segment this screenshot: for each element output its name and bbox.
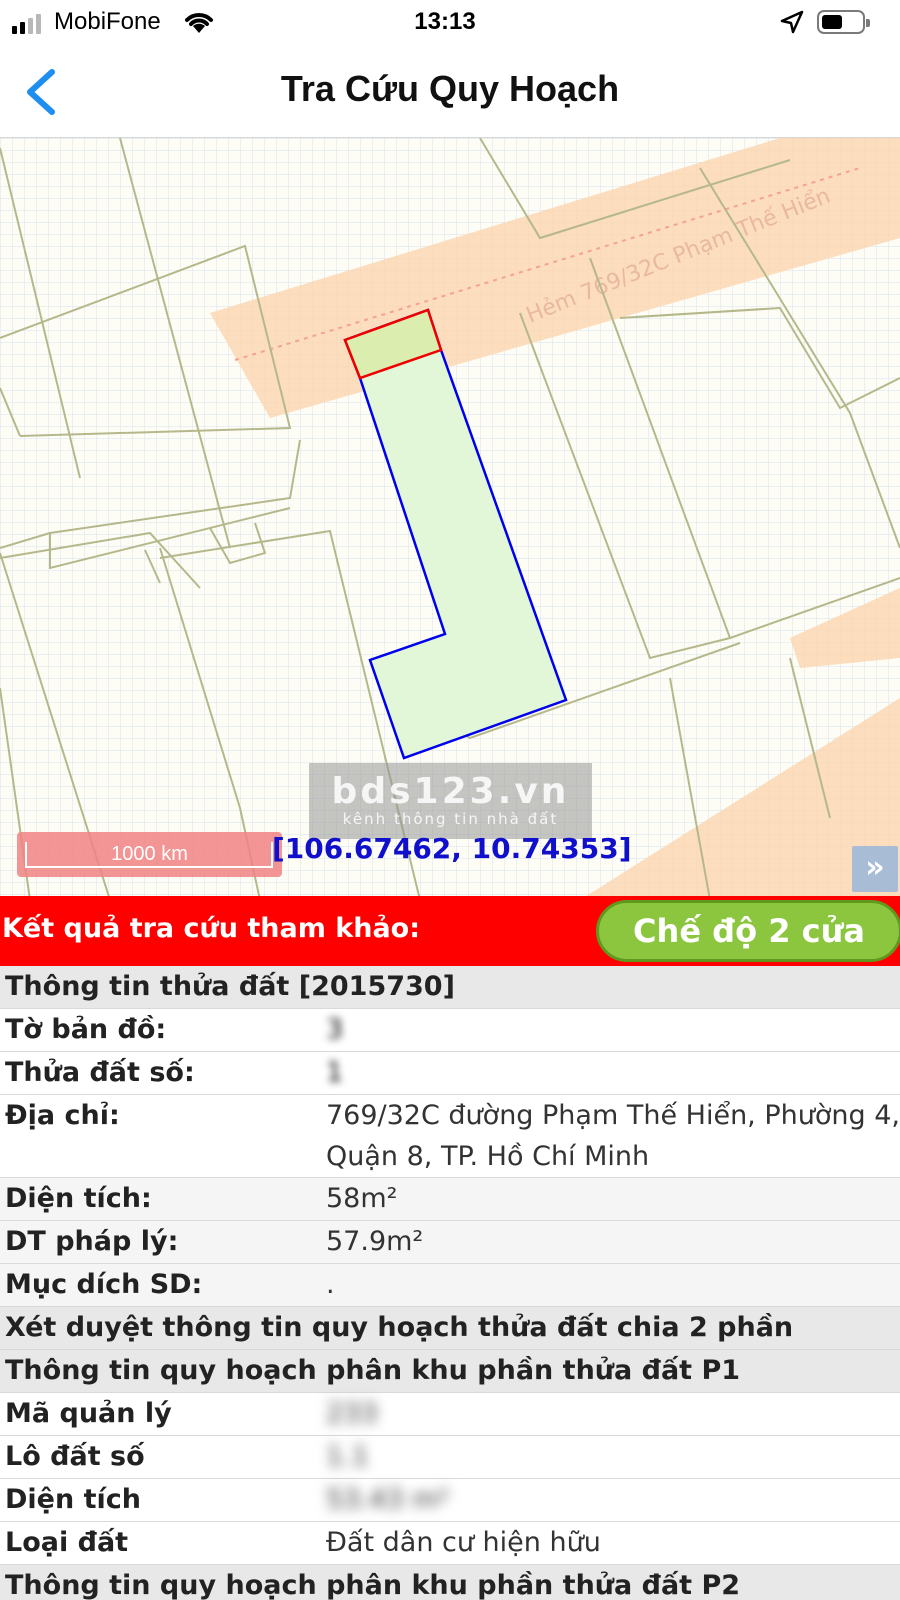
management-code-value: 233 xyxy=(318,1393,900,1435)
table-row-address: Địa chỉ: 769/32C đường Phạm Thế Hiển, Ph… xyxy=(0,1095,900,1178)
land-use-value: . xyxy=(326,1269,335,1300)
p1-header: Thông tin quy hoạch phân khu phần thửa đ… xyxy=(0,1350,900,1393)
legal-area-label: DT pháp lý: xyxy=(5,1226,179,1257)
expand-button[interactable]: » xyxy=(852,846,898,892)
table-row-land-type: Loại đất Đất dân cư hiện hữu xyxy=(0,1522,900,1565)
legal-area-value: 57.9m² xyxy=(326,1226,424,1257)
location-arrow-icon xyxy=(779,10,805,40)
result-bar: Kết quả tra cứu tham khảo: Chế độ 2 cửa xyxy=(0,896,900,966)
watermark-title: bds123.vn xyxy=(331,771,570,812)
p2-title: Thông tin quy hoạch phân khu phần thửa đ… xyxy=(5,1570,741,1600)
map-sheet-label: Tờ bản đồ: xyxy=(5,1014,167,1045)
p1-area-value: 53.43 m² xyxy=(318,1479,900,1521)
scale-label: 1000 km xyxy=(111,843,188,865)
p1-area-label: Diện tích xyxy=(5,1484,141,1515)
table-row-land-use: Mục dích SD: . xyxy=(0,1264,900,1307)
parcel-info-title: Thông tin thửa đất [2015730] xyxy=(5,971,455,1002)
land-use-label: Mục dích SD: xyxy=(5,1269,203,1300)
area-label: Diện tích: xyxy=(5,1183,152,1214)
parcel-number-label: Thửa đất số: xyxy=(5,1057,195,1088)
result-title: Kết quả tra cứu tham khảo: xyxy=(2,913,421,944)
parcel-info-header: Thông tin thửa đất [2015730] xyxy=(0,966,900,1009)
address-value: 769/32C đường Phạm Thế Hiển, Phường 4, Q… xyxy=(326,1100,900,1172)
status-bar: MobiFone 13:13 xyxy=(0,0,900,44)
parcel-info-table: Thông tin thửa đất [2015730] Tờ bản đồ: … xyxy=(0,966,900,1600)
table-row-map-sheet: Tờ bản đồ: 3 xyxy=(0,1009,900,1052)
watermark-subtitle: kênh thông tin nhà đất xyxy=(342,810,559,828)
planning-review-header: Xét duyệt thông tin quy hoạch thửa đất c… xyxy=(0,1307,900,1350)
area-value: 58m² xyxy=(326,1183,398,1214)
lot-number-value-text: 1.1 xyxy=(326,1441,369,1472)
map-scale-bar: 1000 km xyxy=(17,832,282,877)
address-label: Địa chỉ: xyxy=(5,1100,120,1131)
p1-area-value-text: 53.43 m² xyxy=(326,1484,450,1515)
parcel-number-value: 1 xyxy=(318,1052,900,1094)
battery-icon xyxy=(817,10,870,34)
map-sheet-value-text: 3 xyxy=(326,1014,344,1045)
table-row-p1-area: Diện tích 53.43 m² xyxy=(0,1479,900,1522)
map-coordinates: [106.67462, 10.74353] xyxy=(272,832,632,865)
table-row-management-code: Mã quản lý 233 xyxy=(0,1393,900,1436)
two-gate-mode-button[interactable]: Chế độ 2 cửa xyxy=(596,900,900,962)
table-row-legal-area: DT pháp lý: 57.9m² xyxy=(0,1221,900,1264)
table-row-lot-number: Lô đất số 1.1 xyxy=(0,1436,900,1479)
watermark: bds123.vn kênh thông tin nhà đất xyxy=(309,763,592,839)
map-sheet-value: 3 xyxy=(318,1009,900,1051)
table-row-parcel-number: Thửa đất số: 1 xyxy=(0,1052,900,1095)
planning-review-title: Xét duyệt thông tin quy hoạch thửa đất c… xyxy=(5,1312,794,1343)
management-code-value-text: 233 xyxy=(326,1398,378,1429)
p1-title: Thông tin quy hoạch phân khu phần thửa đ… xyxy=(5,1355,741,1386)
p2-header: Thông tin quy hoạch phân khu phần thửa đ… xyxy=(0,1565,900,1600)
lot-number-label: Lô đất số xyxy=(5,1441,145,1472)
nav-bar: Tra Cứu Quy Hoạch xyxy=(0,44,900,138)
page-title: Tra Cứu Quy Hoạch xyxy=(280,68,620,109)
management-code-label: Mã quản lý xyxy=(5,1398,172,1429)
table-row-area: Diện tích: 58m² xyxy=(0,1178,900,1221)
land-type-label: Loại đất xyxy=(5,1527,129,1558)
parcel-number-value-text: 1 xyxy=(326,1057,344,1088)
land-type-value: Đất dân cư hiện hữu xyxy=(326,1527,601,1558)
lot-number-value: 1.1 xyxy=(318,1436,900,1478)
status-time: 13:13 xyxy=(414,8,476,35)
